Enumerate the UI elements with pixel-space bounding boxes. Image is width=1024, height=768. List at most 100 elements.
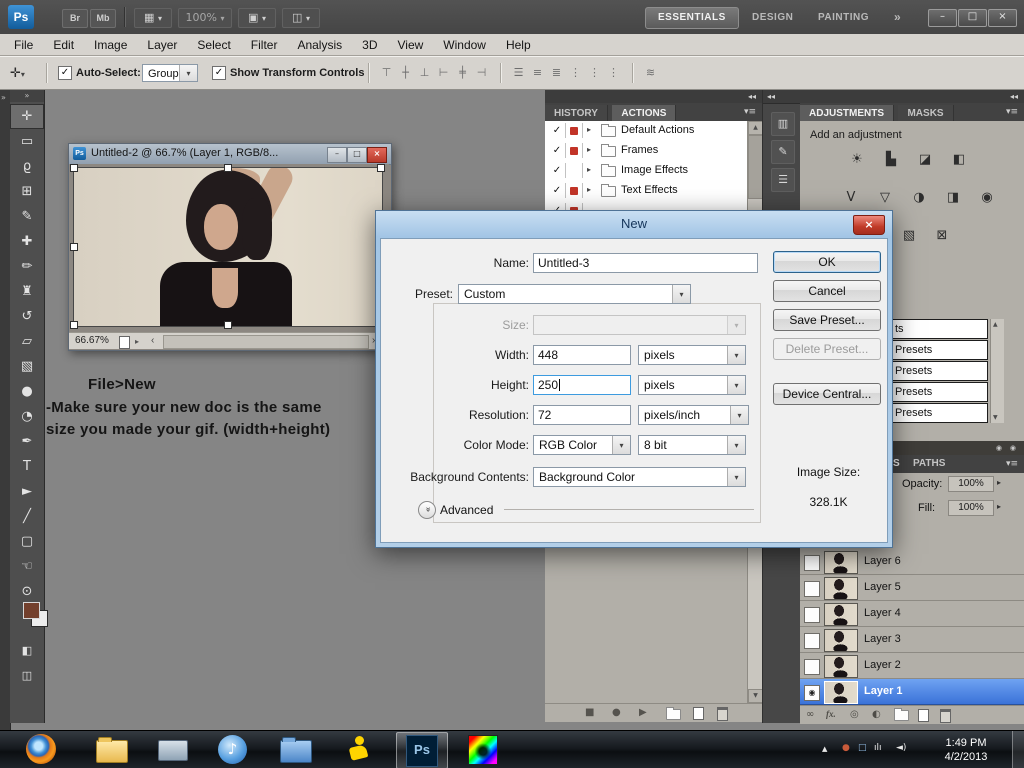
toolbox-collapse-icon[interactable]: » (10, 90, 44, 102)
exposure-icon[interactable]: ◧ (946, 149, 972, 171)
advanced-expand-icon[interactable]: » (418, 501, 436, 519)
align-top-edges-icon[interactable]: ⊤ (378, 64, 395, 82)
eraser-tool-icon[interactable]: ▱ (10, 329, 44, 354)
layer-row[interactable]: Layer 6 (800, 549, 1024, 575)
history-brush-tool-icon[interactable]: ↺ (10, 304, 44, 329)
menu-help[interactable]: Help (496, 38, 541, 52)
menu-view[interactable]: View (387, 38, 433, 52)
new-group-icon[interactable] (894, 710, 909, 721)
document-window[interactable]: Ps Untitled-2 @ 66.7% (Layer 1, RGB/8...… (68, 143, 392, 351)
menu-3d[interactable]: 3D (352, 38, 387, 52)
taskbar-documents-icon[interactable] (280, 740, 312, 763)
link-layers-icon[interactable]: ∞ (806, 706, 814, 723)
panel-menu-icon[interactable]: ▾≡ (1006, 455, 1018, 473)
photo-filter-icon[interactable]: ◉ (974, 187, 1000, 209)
play-selection-icon[interactable]: ▶ (639, 704, 647, 722)
distribute-vertical-centers-icon[interactable]: ≡ (529, 64, 546, 82)
switch-view-icon[interactable]: ◉ (1010, 444, 1016, 452)
taskbar-gradient-app-icon[interactable] (468, 735, 498, 765)
launch-minibridge-button[interactable]: Mb (90, 9, 116, 28)
delete-layer-icon[interactable] (940, 709, 951, 723)
height-unit-dropdown[interactable]: pixels ▾ (638, 375, 746, 395)
name-input[interactable]: Untitled-3 (533, 253, 758, 273)
expand-triangle-icon[interactable]: ▸ (587, 125, 591, 134)
stop-playing-icon[interactable]: ■ (585, 704, 594, 722)
action-check-icon[interactable]: ✓ (549, 123, 566, 138)
panel-menu-icon[interactable]: ▾≡ (1006, 103, 1018, 121)
horizontal-scrollbar[interactable] (163, 335, 369, 349)
add-mask-icon[interactable]: ◎ (850, 706, 859, 723)
brightness-contrast-icon[interactable]: ☀ (844, 149, 870, 171)
show-desktop-button[interactable] (1012, 731, 1024, 768)
healing-brush-tool-icon[interactable]: ✚ (10, 229, 44, 254)
launch-bridge-button[interactable]: Br (62, 9, 88, 28)
document-restore-button[interactable]: □ (347, 147, 367, 163)
width-unit-dropdown[interactable]: pixels ▾ (638, 345, 746, 365)
taskbar-computer-icon[interactable] (158, 740, 188, 761)
clone-stamp-tool-icon[interactable]: ♜ (10, 279, 44, 304)
transform-handle[interactable] (224, 321, 232, 329)
action-dialog-toggle[interactable] (566, 183, 583, 198)
view-extras-icon[interactable]: ▦ ▾ (134, 8, 172, 28)
action-check-icon[interactable]: ✓ (549, 163, 566, 178)
transform-handle[interactable] (224, 164, 232, 172)
move-tool-icon[interactable]: ✛ (10, 104, 44, 129)
taskbar-itunes-icon[interactable]: ♪ (218, 735, 247, 764)
black-and-white-icon[interactable]: ◨ (940, 187, 966, 209)
workspace-design[interactable]: DESIGN (752, 12, 793, 23)
document-titlebar[interactable]: Ps Untitled-2 @ 66.7% (Layer 1, RGB/8...… (69, 144, 391, 165)
type-tool-icon[interactable]: T (10, 454, 44, 479)
visibility-toggle[interactable] (804, 659, 820, 675)
tray-expand-icon[interactable]: ▲ (822, 745, 827, 753)
path-selection-tool-icon[interactable]: ► (10, 479, 44, 504)
show-transform-checkbox[interactable]: ✓ (212, 66, 226, 80)
vibrance-icon[interactable]: V (838, 187, 864, 209)
document-status-icon[interactable] (119, 336, 130, 349)
hand-tool-icon[interactable]: ☜ (10, 554, 44, 579)
tool-preset-picker[interactable]: ✛▾ (10, 65, 25, 84)
auto-select-checkbox[interactable]: ✓ (58, 66, 72, 80)
document-zoom-value[interactable]: 66.67% (75, 333, 109, 349)
auto-align-layers-icon[interactable]: ≋ (642, 64, 659, 82)
taskbar-aim-icon[interactable] (342, 734, 374, 766)
layer-thumbnail[interactable] (824, 577, 858, 600)
rectangular-marquee-tool-icon[interactable]: ▭ (10, 129, 44, 154)
resolution-unit-dropdown[interactable]: pixels/inch ▾ (638, 405, 749, 425)
opacity-value[interactable]: 100% (948, 476, 994, 492)
action-row[interactable]: ✓ ▸ Text Effects (545, 181, 747, 202)
layer-thumbnail[interactable] (824, 629, 858, 652)
pen-tool-icon[interactable]: ✒ (10, 429, 44, 454)
transform-handle[interactable] (70, 243, 78, 251)
action-row[interactable]: ✓ ▸ Image Effects (545, 161, 747, 182)
gradient-map-icon[interactable]: ▧ (896, 225, 922, 247)
restore-button[interactable]: □ (958, 9, 987, 27)
eyedropper-tool-icon[interactable]: ✎ (10, 204, 44, 229)
scroll-up-icon[interactable]: ▲ (993, 321, 998, 328)
new-adjustment-layer-icon[interactable]: ◐ (872, 706, 881, 723)
distribute-bottom-edges-icon[interactable]: ≣ (548, 64, 565, 82)
collapsed-panel-icon-2[interactable]: ✎ (771, 140, 795, 164)
layer-thumbnail[interactable] (824, 603, 858, 626)
taskbar-photoshop-button-active[interactable]: Ps (396, 732, 448, 768)
taskbar-firefox-icon[interactable] (26, 734, 56, 764)
quick-mask-icon[interactable]: ◧ (10, 638, 44, 663)
lasso-tool-icon[interactable]: ϱ (10, 154, 44, 179)
action-check-icon[interactable]: ✓ (549, 143, 566, 158)
align-horizontal-centers-icon[interactable]: ╪ (454, 64, 471, 82)
align-right-edges-icon[interactable]: ⊣ (473, 64, 490, 82)
layer-thumbnail[interactable] (824, 551, 858, 574)
distribute-left-edges-icon[interactable]: ⋮ (567, 64, 584, 82)
screen-mode-icon[interactable]: ◫ ▾ (282, 8, 320, 28)
preset-dropdown[interactable]: Custom ▾ (458, 284, 691, 304)
panel-collapse-icon[interactable]: ◂◂ (767, 90, 775, 103)
fill-value[interactable]: 100% (948, 500, 994, 516)
foreground-color-swatch[interactable] (23, 602, 40, 619)
menu-layer[interactable]: Layer (137, 38, 187, 52)
clip-to-layer-icon[interactable]: ◉ (996, 444, 1002, 452)
presets-scrollbar[interactable]: ▲ ▼ (990, 319, 1004, 423)
layer-row[interactable]: Layer 5 (800, 575, 1024, 601)
document-minimize-button[interactable]: – (327, 147, 347, 163)
panel-collapse-icon[interactable]: ◂◂ (748, 90, 756, 103)
visibility-toggle[interactable] (804, 633, 820, 649)
transform-handle[interactable] (377, 164, 385, 172)
